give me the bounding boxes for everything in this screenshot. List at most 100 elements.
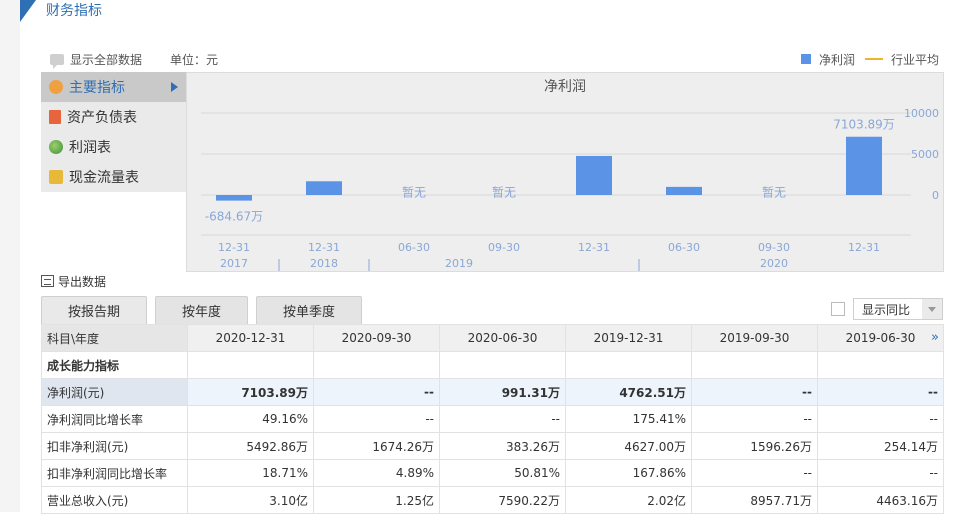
bar-value-label: 暂无	[492, 186, 516, 200]
y-tick-label: 0	[932, 189, 939, 202]
value-cell: 1.25亿	[313, 486, 440, 514]
bar[interactable]	[666, 186, 702, 195]
bar[interactable]	[216, 195, 252, 201]
row-label: 扣非净利润(元)	[41, 432, 188, 460]
tab-by-quarter[interactable]: 按单季度	[256, 296, 363, 324]
yoy-dropdown[interactable]: 显示同比	[853, 298, 943, 320]
legend-net-profit[interactable]: 净利润	[819, 51, 855, 68]
x-tick-label: 12-31	[848, 241, 880, 254]
yoy-label: 显示同比	[862, 302, 911, 317]
bar-value-label: 7103.89万	[833, 118, 895, 132]
value-cell: 1596.26万	[691, 432, 818, 460]
legend-industry-average[interactable]: 行业平均	[891, 51, 939, 68]
export-icon	[41, 275, 54, 287]
value-cell: 1674.26万	[313, 432, 440, 460]
x-tick-label: 06-30	[668, 241, 700, 254]
row-label: 净利润同比增长率	[41, 405, 188, 433]
x-year-label: 2018	[310, 257, 338, 270]
legend-bar-swatch	[800, 54, 811, 64]
header-period-label: 2019-06-30	[845, 331, 916, 345]
chart-svg: 净利润 10000 5000 0 -684.67万 12-31 12-31 暂无 06-30 暂无…	[201, 79, 939, 271]
value-cell: 49.16%	[187, 405, 314, 433]
section-cell	[439, 351, 566, 379]
show-all-data-link[interactable]: 显示全部数据	[70, 51, 142, 68]
table-row: 营业总收入(元) 3.10亿 1.25亿 7590.22万 2.02亿 8957.71万 4…	[41, 486, 944, 514]
header-period[interactable]: 2020-09-30	[313, 324, 440, 352]
chevron-down-icon	[922, 299, 942, 319]
value-cell: --	[313, 405, 440, 433]
value-cell: 167.86%	[565, 459, 692, 487]
menu-item-income-statement[interactable]: 利润表	[41, 132, 186, 162]
left-gutter	[0, 0, 20, 512]
net-profit-chart: 净利润 10000 5000 0 -684.67万 12-31 12-31 暂无 06-30 暂无…	[186, 72, 944, 272]
value-cell: 8957.71万	[691, 486, 818, 514]
value-cell: 7590.22万	[439, 486, 566, 514]
table-header-row: 科目\年度 2020-12-31 2020-09-30 2020-06-30 2019-…	[41, 324, 944, 352]
menu-item-label: 资产负债表	[67, 110, 137, 126]
section-cell	[187, 351, 314, 379]
bar[interactable]	[576, 155, 612, 195]
section-cell	[565, 351, 692, 379]
yoy-toggle: 显示同比	[831, 298, 943, 320]
export-label: 导出数据	[58, 274, 107, 289]
value-cell: --	[817, 459, 944, 487]
export-data-link[interactable]: 导出数据	[41, 273, 106, 289]
tab-by-year[interactable]: 按年度	[155, 296, 249, 324]
bar[interactable]	[306, 181, 342, 195]
value-cell: --	[817, 405, 944, 433]
value-cell: 4.89%	[313, 459, 440, 487]
table-row: 扣非净利润同比增长率 18.71% 4.89% 50.81% 167.86% -- --	[41, 459, 944, 487]
value-cell: 175.41%	[565, 405, 692, 433]
section-header: 财务指标	[0, 0, 957, 24]
section-cell	[691, 351, 818, 379]
menu-item-main-indicators[interactable]: 主要指标	[41, 72, 186, 102]
y-tick-label: 5000	[911, 148, 939, 161]
yoy-checkbox[interactable]	[831, 302, 845, 316]
tab-by-report-period[interactable]: 按报告期	[41, 296, 148, 324]
x-tick-label: 12-31	[578, 241, 610, 254]
menu-item-label: 主要指标	[69, 80, 125, 96]
y-tick-label: 10000	[904, 107, 939, 120]
document-icon	[49, 110, 61, 124]
menu-item-balance-sheet[interactable]: 资产负债表	[41, 102, 186, 132]
indicator-menu: 主要指标 资产负债表 利润表 现金流量表	[41, 72, 186, 192]
unit-label: 单位：元	[170, 52, 219, 67]
value-cell: 383.26万	[439, 432, 566, 460]
value-cell: 991.31万	[439, 378, 566, 406]
menu-item-label: 利润表	[69, 140, 111, 156]
bar[interactable]	[846, 136, 882, 195]
header-period[interactable]: 2019-09-30	[691, 324, 818, 352]
header-period[interactable]: 2020-06-30	[439, 324, 566, 352]
value-cell: 5492.86万	[187, 432, 314, 460]
row-label: 净利润(元)	[41, 378, 188, 406]
x-tick-label: 12-31	[308, 241, 340, 254]
section-title: 成长能力指标	[41, 351, 188, 379]
header-period[interactable]: 2019-12-31	[565, 324, 692, 352]
value-cell: --	[313, 378, 440, 406]
row-label: 扣非净利润同比增长率	[41, 459, 188, 487]
value-cell: --	[691, 405, 818, 433]
x-year-label: 2020	[760, 257, 788, 270]
scroll-right-icon[interactable]: »	[931, 330, 939, 345]
header-period[interactable]: 2019-06-30 »	[817, 324, 944, 352]
x-year-label: 2017	[220, 257, 248, 270]
x-tick-label: 09-30	[488, 241, 520, 254]
value-cell: --	[439, 405, 566, 433]
comment-icon[interactable]	[50, 53, 64, 69]
value-cell: --	[817, 378, 944, 406]
bar-value-label: 暂无	[762, 186, 786, 200]
menu-item-cash-flow[interactable]: 现金流量表	[41, 162, 186, 192]
section-cell	[313, 351, 440, 379]
value-cell: --	[691, 378, 818, 406]
bar-value-label: 暂无	[402, 186, 426, 200]
header-period[interactable]: 2020-12-31	[187, 324, 314, 352]
table-row: 净利润同比增长率 49.16% -- -- 175.41% -- --	[41, 405, 944, 433]
chart-toolbar: 显示全部数据 单位：元	[50, 50, 219, 69]
value-cell: 4762.51万	[565, 378, 692, 406]
value-cell: 4463.16万	[817, 486, 944, 514]
globe-icon	[49, 140, 63, 154]
value-cell: 4627.00万	[565, 432, 692, 460]
chart-legend: 净利润 行业平均	[800, 50, 939, 68]
section-cell	[817, 351, 944, 379]
value-cell: 3.10亿	[187, 486, 314, 514]
